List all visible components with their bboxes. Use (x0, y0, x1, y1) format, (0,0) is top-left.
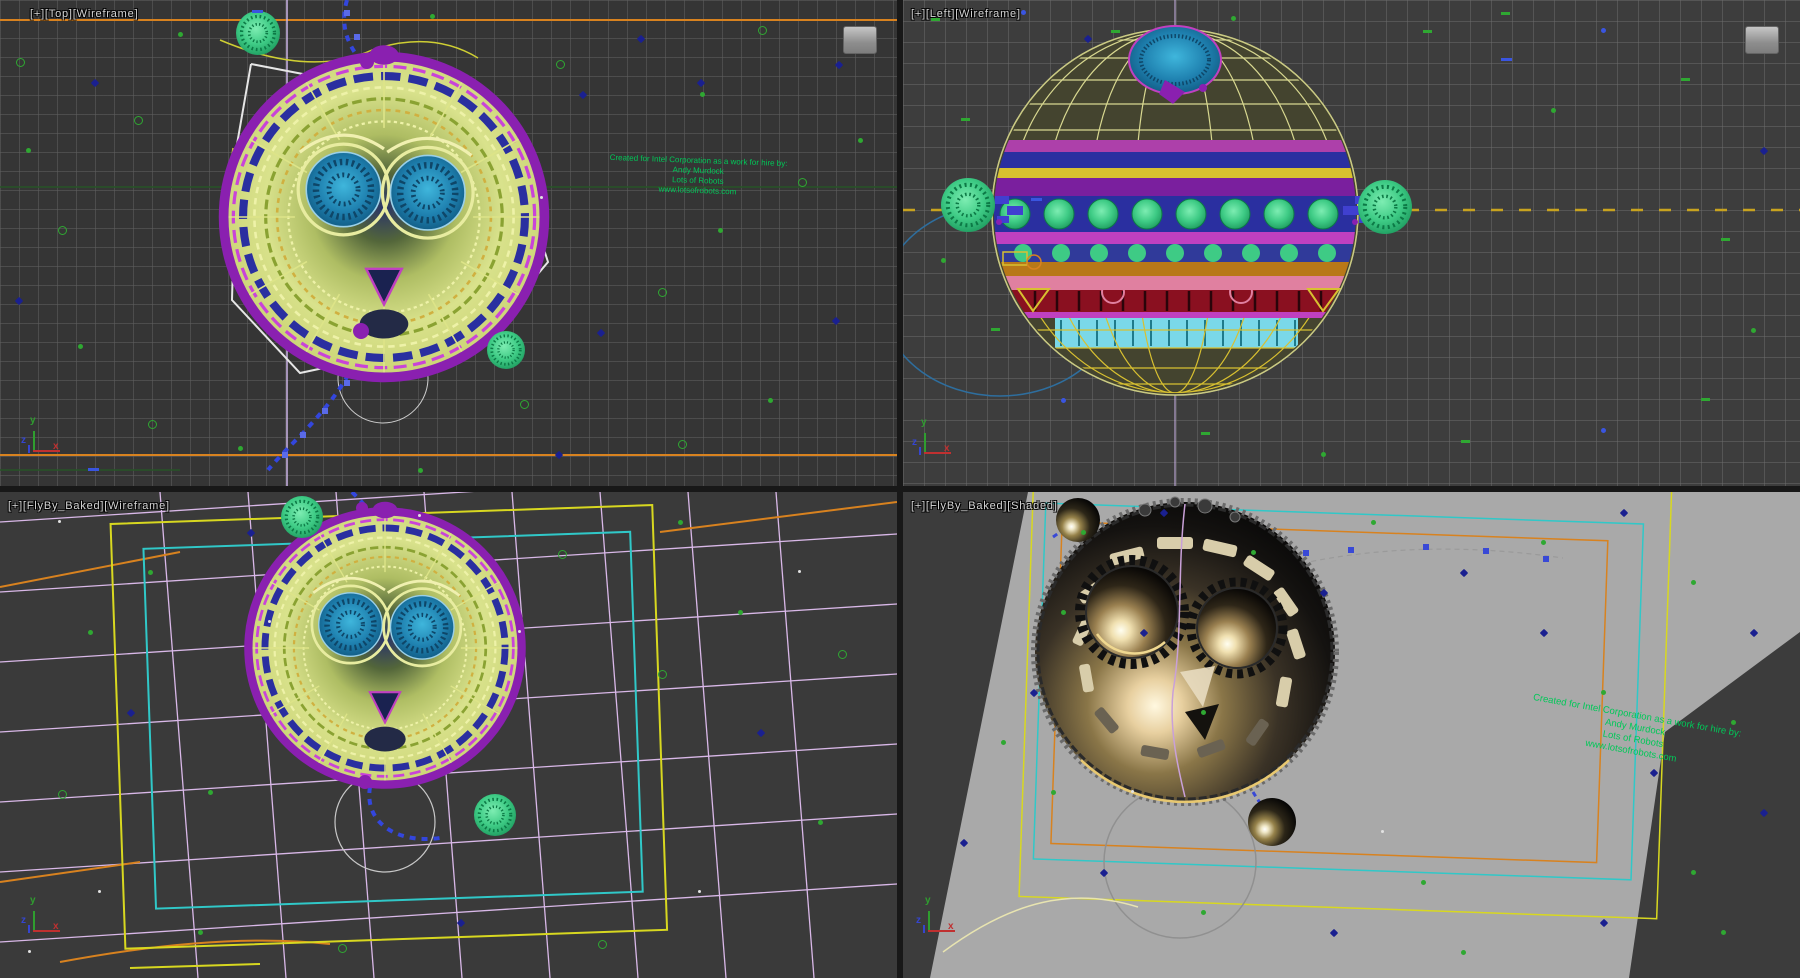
axis-gizmo: y x z (917, 898, 965, 944)
viewport-label-left[interactable]: [+][Left][Wireframe] (911, 8, 1021, 20)
axis-z-label: z (912, 437, 917, 448)
viewport-top[interactable]: Created for Intel Corporation as a work … (0, 0, 897, 486)
axis-z-line (28, 445, 30, 453)
axis-z-label: z (916, 915, 921, 926)
axis-y-line (924, 433, 926, 454)
axis-y-label: y (30, 895, 36, 906)
axis-y-label: y (30, 415, 36, 426)
axis-y-label: y (925, 895, 931, 906)
shaded-sphere (1034, 497, 1336, 803)
gloss-sphere-top (1056, 498, 1100, 542)
gloss-sphere-bottom (1248, 798, 1296, 846)
axis-y-line (928, 911, 930, 932)
viewport-tool-button[interactable] (1745, 26, 1779, 54)
axis-gizmo: y x z (22, 418, 70, 464)
axis-gizmo: y x z (913, 420, 961, 466)
axis-gizmo: y x z (22, 898, 70, 944)
axis-y-line (33, 431, 35, 452)
viewport-label-flyby-shaded[interactable]: [+][FlyBy_Baked][Shaded] (911, 500, 1058, 512)
axis-x-label: x (948, 921, 954, 932)
scene-flyby-wireframe (0, 492, 897, 978)
axis-z-label: z (21, 915, 26, 926)
viewport-tool-button[interactable] (843, 26, 877, 54)
viewport-label-top[interactable]: [+][Top][Wireframe] (30, 8, 138, 20)
scene-flyby-shaded (903, 492, 1800, 978)
scene-top-wireframe (0, 0, 897, 486)
axis-x-label: x (53, 441, 59, 452)
scene-left-wireframe (903, 0, 1800, 486)
axis-z-line (919, 447, 921, 455)
axis-z-line (923, 925, 925, 933)
viewport-flyby-shaded[interactable]: Created for Intel Corporation as a work … (903, 492, 1800, 978)
axis-x-label: x (53, 921, 59, 932)
viewport-flyby-wireframe[interactable]: [+][FlyBy_Baked][Wireframe] y x z (0, 492, 897, 978)
axis-z-line (28, 925, 30, 933)
application-window: Created for Intel Corporation as a work … (0, 0, 1800, 978)
axis-y-line (33, 911, 35, 932)
axis-y-label: y (921, 417, 927, 428)
viewport-left[interactable]: [+][Left][Wireframe] y x z (903, 0, 1800, 486)
axis-x-label: x (944, 443, 950, 454)
axis-z-label: z (21, 435, 26, 446)
viewport-label-flyby-wireframe[interactable]: [+][FlyBy_Baked][Wireframe] (8, 500, 170, 512)
